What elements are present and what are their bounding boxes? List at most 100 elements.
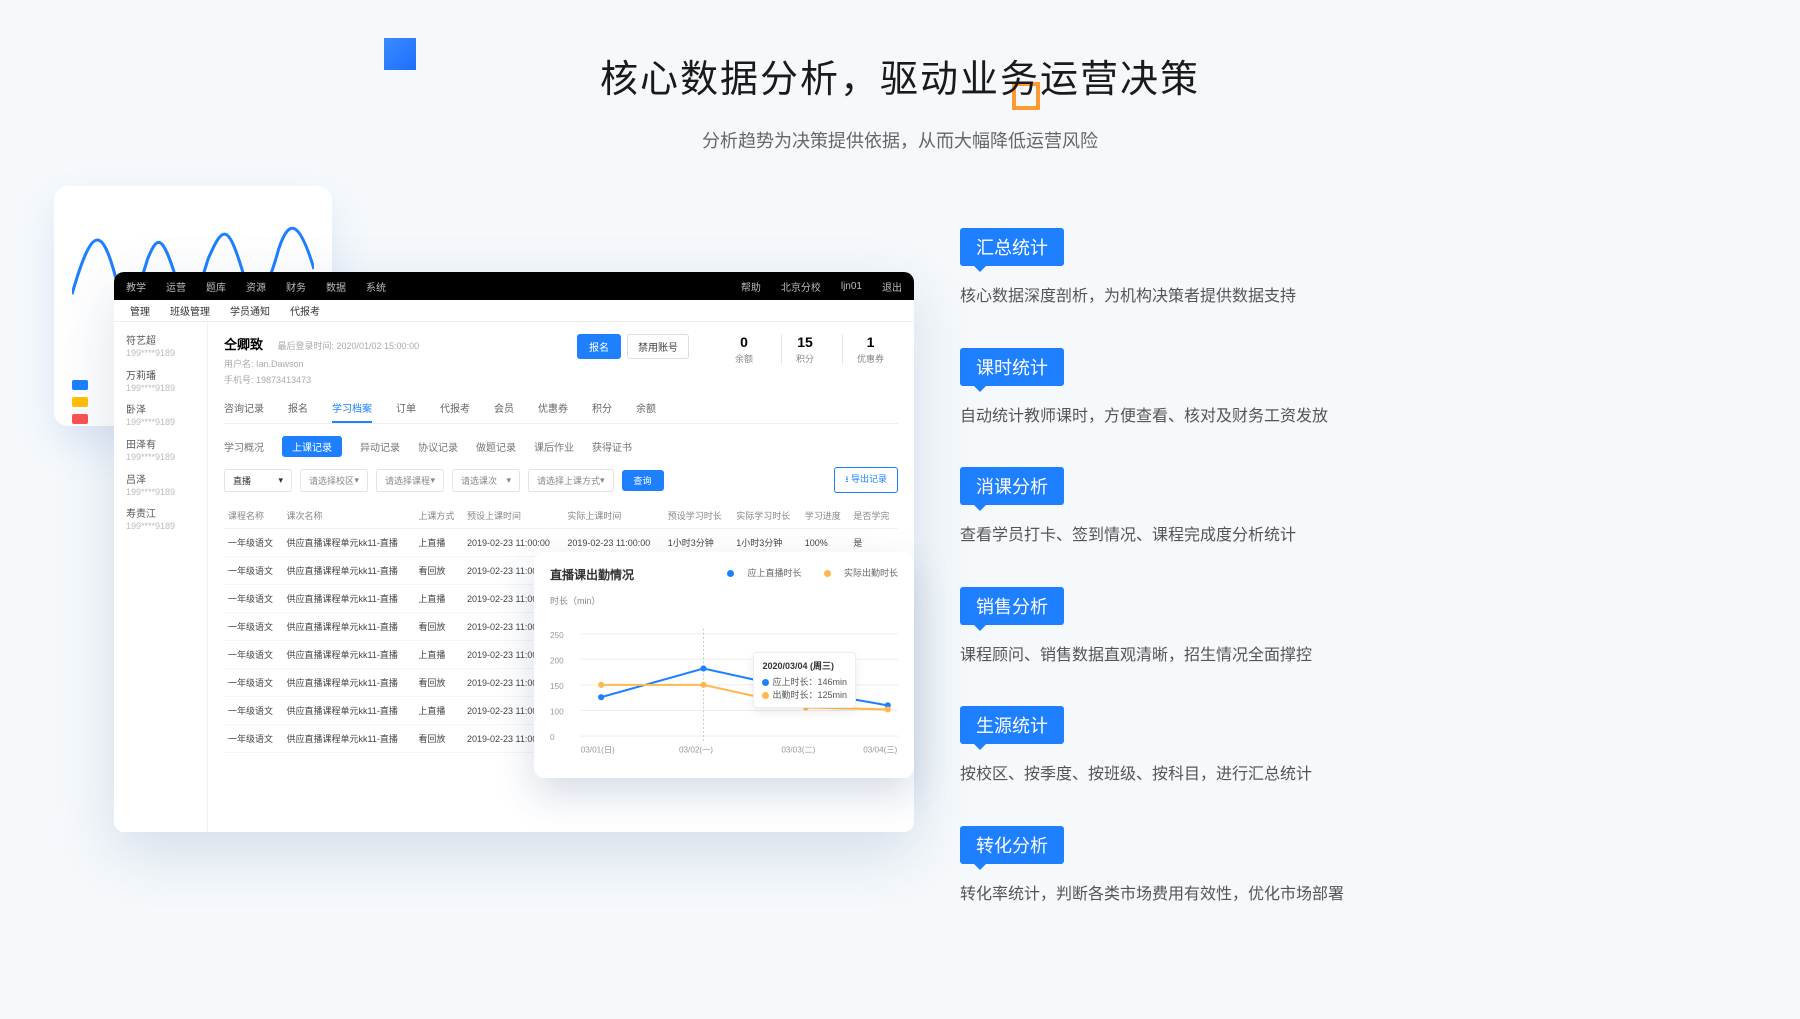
feature-tag: 销售分析 bbox=[960, 587, 1064, 625]
sidebar-student[interactable]: 吕泽199****9189 bbox=[114, 469, 207, 504]
subtab[interactable]: 课后作业 bbox=[534, 436, 574, 457]
tab[interactable]: 积分 bbox=[592, 400, 612, 423]
login-label: 最后登录时间: bbox=[277, 341, 334, 351]
tab[interactable]: 报名 bbox=[288, 400, 308, 423]
feature-desc: 转化率统计，判断各类市场费用有效性，优化市场部署 bbox=[960, 882, 1480, 908]
chart-tooltip: 2020/03/04 (周三) 应上时长：146min 出勤时长：125min bbox=[753, 652, 856, 708]
feature-item: 消课分析查看学员打卡、签到情况、课程完成度分析统计 bbox=[960, 467, 1480, 549]
tooltip-line2: 出勤时长：125min bbox=[772, 690, 847, 700]
subnav-item[interactable]: 代报考 bbox=[290, 303, 320, 318]
subtab[interactable]: 异动记录 bbox=[360, 436, 400, 457]
col-header: 实际上课时间 bbox=[563, 503, 663, 529]
filter-course[interactable]: 请选择课程▾ bbox=[376, 469, 444, 492]
stat: 0余额 bbox=[721, 334, 767, 365]
subtab[interactable]: 协议记录 bbox=[418, 436, 458, 457]
filter-mode[interactable]: 请选择上课方式▾ bbox=[528, 469, 614, 492]
col-header: 上课方式 bbox=[414, 503, 463, 529]
col-header: 课程名称 bbox=[224, 503, 283, 529]
nav-item[interactable]: 数据 bbox=[326, 279, 346, 294]
filter-row: 直播▾ 请选择校区▾ 请选择课程▾ 请选课次▾ 请选择上课方式▾ 查询 ⭳ 导出… bbox=[224, 467, 898, 493]
sidebar-student[interactable]: 卧泽199****9189 bbox=[114, 399, 207, 434]
subtab[interactable]: 学习概况 bbox=[224, 436, 264, 457]
nav-item[interactable]: 系统 bbox=[366, 279, 386, 294]
tooltip-line1: 应上时长：146min bbox=[772, 677, 847, 687]
hero-subtitle: 分析趋势为决策提供依据，从而大幅降低运营风险 bbox=[0, 127, 1800, 153]
tab[interactable]: 余额 bbox=[636, 400, 656, 423]
sidebar-student[interactable]: 符艺超199****9189 bbox=[114, 330, 207, 365]
tab[interactable]: 优惠券 bbox=[538, 400, 568, 423]
phone-label: 手机号: bbox=[224, 375, 254, 385]
student-profile: 仝卿致 最后登录时间: 2020/01/02 15:00:00 用户名: Ian… bbox=[224, 334, 898, 386]
tab[interactable]: 订单 bbox=[396, 400, 416, 423]
col-header: 预设上课时间 bbox=[463, 503, 563, 529]
col-header: 实际学习时长 bbox=[732, 503, 800, 529]
disable-account-button[interactable]: 禁用账号 bbox=[627, 334, 689, 359]
app-topbar: 教学 运营 题库 资源 财务 数据 系统 帮助 北京分校 ljn01 退出 bbox=[114, 272, 914, 300]
login-time: 2020/01/02 15:00:00 bbox=[337, 341, 420, 351]
feature-desc: 按校区、按季度、按班级、按科目，进行汇总统计 bbox=[960, 762, 1480, 788]
svg-text:250: 250 bbox=[550, 631, 564, 640]
subnav-item[interactable]: 学员通知 bbox=[230, 303, 270, 318]
tooltip-date: 2020/03/04 (周三) bbox=[762, 659, 847, 672]
col-header: 课次名称 bbox=[283, 503, 415, 529]
stat: 15积分 bbox=[781, 334, 828, 365]
topbar-user[interactable]: ljn01 bbox=[841, 281, 862, 292]
student-sidebar: 符艺超199****9189万莉璠199****9189卧泽199****918… bbox=[114, 322, 208, 832]
subtab[interactable]: 做题记录 bbox=[476, 436, 516, 457]
stat-group: 0余额 15积分 1优惠券 bbox=[721, 334, 898, 365]
col-header: 是否学完 bbox=[849, 503, 898, 529]
feature-list: 汇总统计核心数据深度剖析，为机构决策者提供数据支持课时统计自动统计教师课时，方便… bbox=[960, 228, 1480, 946]
subtab[interactable]: 上课记录 bbox=[282, 436, 342, 457]
nav-item[interactable]: 题库 bbox=[206, 279, 226, 294]
feature-desc: 查看学员打卡、签到情况、课程完成度分析统计 bbox=[960, 523, 1480, 549]
subnav-item[interactable]: 管理 bbox=[130, 303, 150, 318]
enroll-button[interactable]: 报名 bbox=[577, 334, 621, 359]
attendance-chart-card: 直播课出勤情况 应上直播时长 实际出勤时长 时长（min） 250 200 15… bbox=[534, 552, 914, 778]
nav-item[interactable]: 财务 bbox=[286, 279, 306, 294]
filter-campus[interactable]: 请选择校区▾ bbox=[300, 469, 368, 492]
y-axis-label: 时长（min） bbox=[550, 594, 898, 607]
search-button[interactable]: 查询 bbox=[622, 470, 664, 491]
tab[interactable]: 会员 bbox=[494, 400, 514, 423]
col-header: 预设学习时长 bbox=[664, 503, 732, 529]
svg-text:100: 100 bbox=[550, 708, 564, 717]
feature-desc: 核心数据深度剖析，为机构决策者提供数据支持 bbox=[960, 284, 1480, 310]
topbar-logout[interactable]: 退出 bbox=[882, 279, 902, 294]
feature-item: 汇总统计核心数据深度剖析，为机构决策者提供数据支持 bbox=[960, 228, 1480, 310]
export-button[interactable]: ⭳ 导出记录 bbox=[834, 467, 898, 493]
app-subnav: 管理 班级管理 学员通知 代报考 bbox=[114, 300, 914, 322]
tab[interactable]: 代报考 bbox=[440, 400, 470, 423]
sidebar-student[interactable]: 万莉璠199****9189 bbox=[114, 365, 207, 400]
topbar-help[interactable]: 帮助 bbox=[741, 279, 761, 294]
profile-tabs: 咨询记录 报名 学习档案 订单 代报考 会员 优惠券 积分 余额 bbox=[224, 400, 898, 424]
subnav-item[interactable]: 班级管理 bbox=[170, 303, 210, 318]
nav-item[interactable]: 教学 bbox=[126, 279, 146, 294]
record-subtabs: 学习概况上课记录异动记录协议记录做题记录课后作业获得证书 bbox=[224, 436, 898, 457]
tab[interactable]: 学习档案 bbox=[332, 400, 372, 423]
feature-tag: 生源统计 bbox=[960, 706, 1064, 744]
tab[interactable]: 咨询记录 bbox=[224, 400, 264, 423]
feature-tag: 汇总统计 bbox=[960, 228, 1064, 266]
svg-text:200: 200 bbox=[550, 656, 564, 665]
sidebar-student[interactable]: 田泽有199****9189 bbox=[114, 434, 207, 469]
feature-desc: 课程顾问、销售数据直观清晰，招生情况全面撑控 bbox=[960, 643, 1480, 669]
phone-value: 19873413473 bbox=[256, 375, 311, 385]
filter-type[interactable]: 直播▾ bbox=[224, 469, 292, 492]
nav-item[interactable]: 运营 bbox=[166, 279, 186, 294]
hero-title: 核心数据分析，驱动业务运营决策 bbox=[0, 48, 1800, 103]
student-name: 仝卿致 bbox=[224, 337, 263, 352]
feature-item: 转化分析转化率统计，判断各类市场费用有效性，优化市场部署 bbox=[960, 826, 1480, 908]
sidebar-student[interactable]: 寿责江199****9189 bbox=[114, 503, 207, 538]
nav-item[interactable]: 资源 bbox=[246, 279, 266, 294]
hero: 核心数据分析，驱动业务运营决策 分析趋势为决策提供依据，从而大幅降低运营风险 bbox=[0, 48, 1800, 153]
feature-item: 课时统计自动统计教师课时，方便查看、核对及财务工资发放 bbox=[960, 348, 1480, 430]
feature-tag: 消课分析 bbox=[960, 467, 1064, 505]
subtab[interactable]: 获得证书 bbox=[592, 436, 632, 457]
feature-item: 生源统计按校区、按季度、按班级、按科目，进行汇总统计 bbox=[960, 706, 1480, 788]
username-label: 用户名: bbox=[224, 359, 254, 369]
svg-text:03/01(日): 03/01(日) bbox=[581, 745, 615, 754]
stat: 1优惠券 bbox=[842, 334, 898, 365]
topbar-school[interactable]: 北京分校 bbox=[781, 279, 821, 294]
svg-text:03/04(三): 03/04(三) bbox=[863, 745, 897, 754]
filter-lesson[interactable]: 请选课次▾ bbox=[452, 469, 520, 492]
